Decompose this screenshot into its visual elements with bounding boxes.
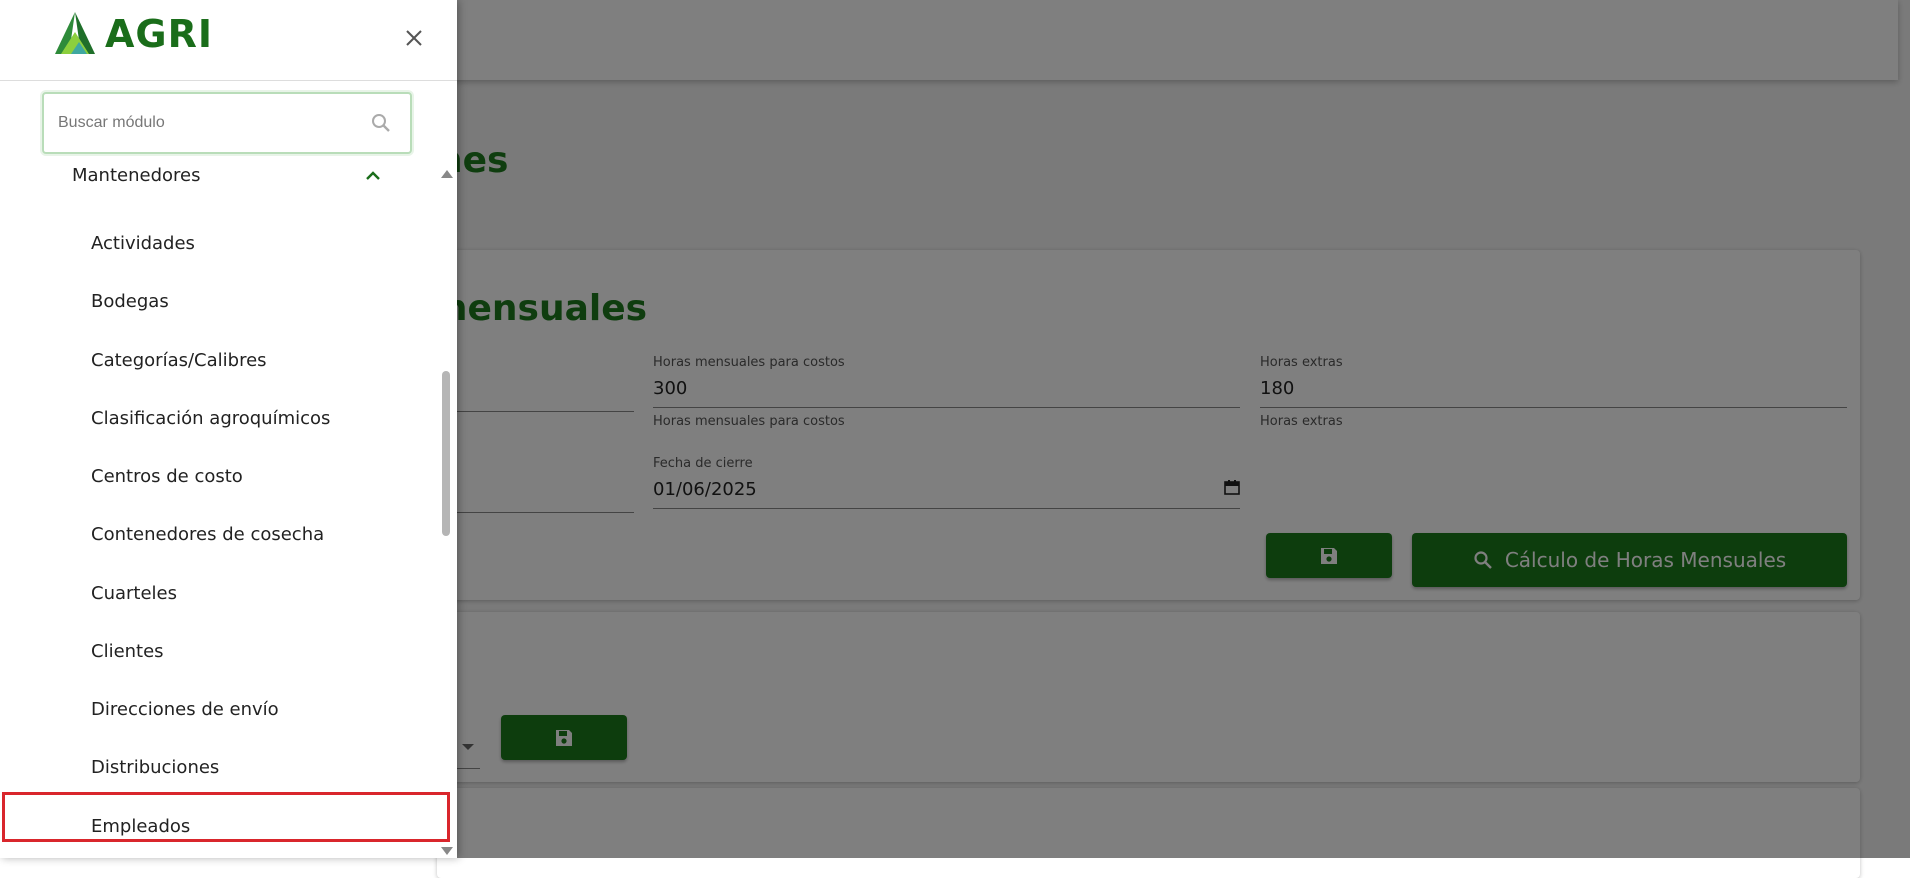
menu-item-label: Categorías/Calibres [91, 349, 267, 371]
scrollbar[interactable] [440, 165, 454, 858]
menu-item-label: Direcciones de envío [91, 698, 279, 720]
scroll-up-arrow-icon[interactable] [441, 170, 453, 178]
close-icon[interactable] [400, 24, 428, 52]
menu-item-label: Contenedores de cosecha [91, 523, 325, 545]
menu-item-clientes[interactable]: Clientes [0, 622, 457, 680]
agri-logo-icon [55, 12, 95, 54]
search-box[interactable] [42, 92, 412, 154]
menu-item-distribuciones[interactable]: Distribuciones [0, 738, 457, 796]
menu-item-label: Cuarteles [91, 582, 177, 604]
menu-item-centros-costo[interactable]: Centros de costo [0, 447, 457, 505]
section-mantenedores[interactable]: Mantenedores [72, 160, 382, 190]
highlight-box [2, 792, 450, 842]
chevron-up-icon[interactable] [364, 169, 382, 181]
menu-item-label: Bodegas [91, 290, 169, 312]
menu-item-label: Distribuciones [91, 756, 220, 778]
menu-item-label: Actividades [91, 232, 195, 254]
menu-item-actividades[interactable]: Actividades [0, 214, 457, 272]
search-icon [372, 114, 390, 132]
scroll-down-arrow-icon[interactable] [441, 847, 453, 855]
menu-item-clasificacion[interactable]: Clasificación agroquímicos [0, 389, 457, 447]
scroll-thumb[interactable] [442, 371, 450, 536]
menu-item-label: Clasificación agroquímicos [91, 407, 331, 429]
drawer-header: AGRI [0, 0, 457, 81]
logo[interactable]: AGRI [51, 10, 213, 58]
menu-item-label: Centros de costo [91, 465, 243, 487]
menu-item-contenedores[interactable]: Contenedores de cosecha [0, 505, 457, 563]
search-input[interactable] [56, 108, 360, 138]
menu-item-label: Clientes [91, 640, 164, 662]
menu-item-cuarteles[interactable]: Cuarteles [0, 564, 457, 622]
menu-item-direcciones[interactable]: Direcciones de envío [0, 680, 457, 738]
logo-text: AGRI [105, 12, 213, 56]
menu-item-bodegas[interactable]: Bodegas [0, 272, 457, 330]
navigation-drawer: AGRI Mantenedores Actividades Bodegas Ca… [0, 0, 457, 858]
menu-item-categorias[interactable]: Categorías/Calibres [0, 331, 457, 389]
section-label: Mantenedores [72, 164, 201, 186]
